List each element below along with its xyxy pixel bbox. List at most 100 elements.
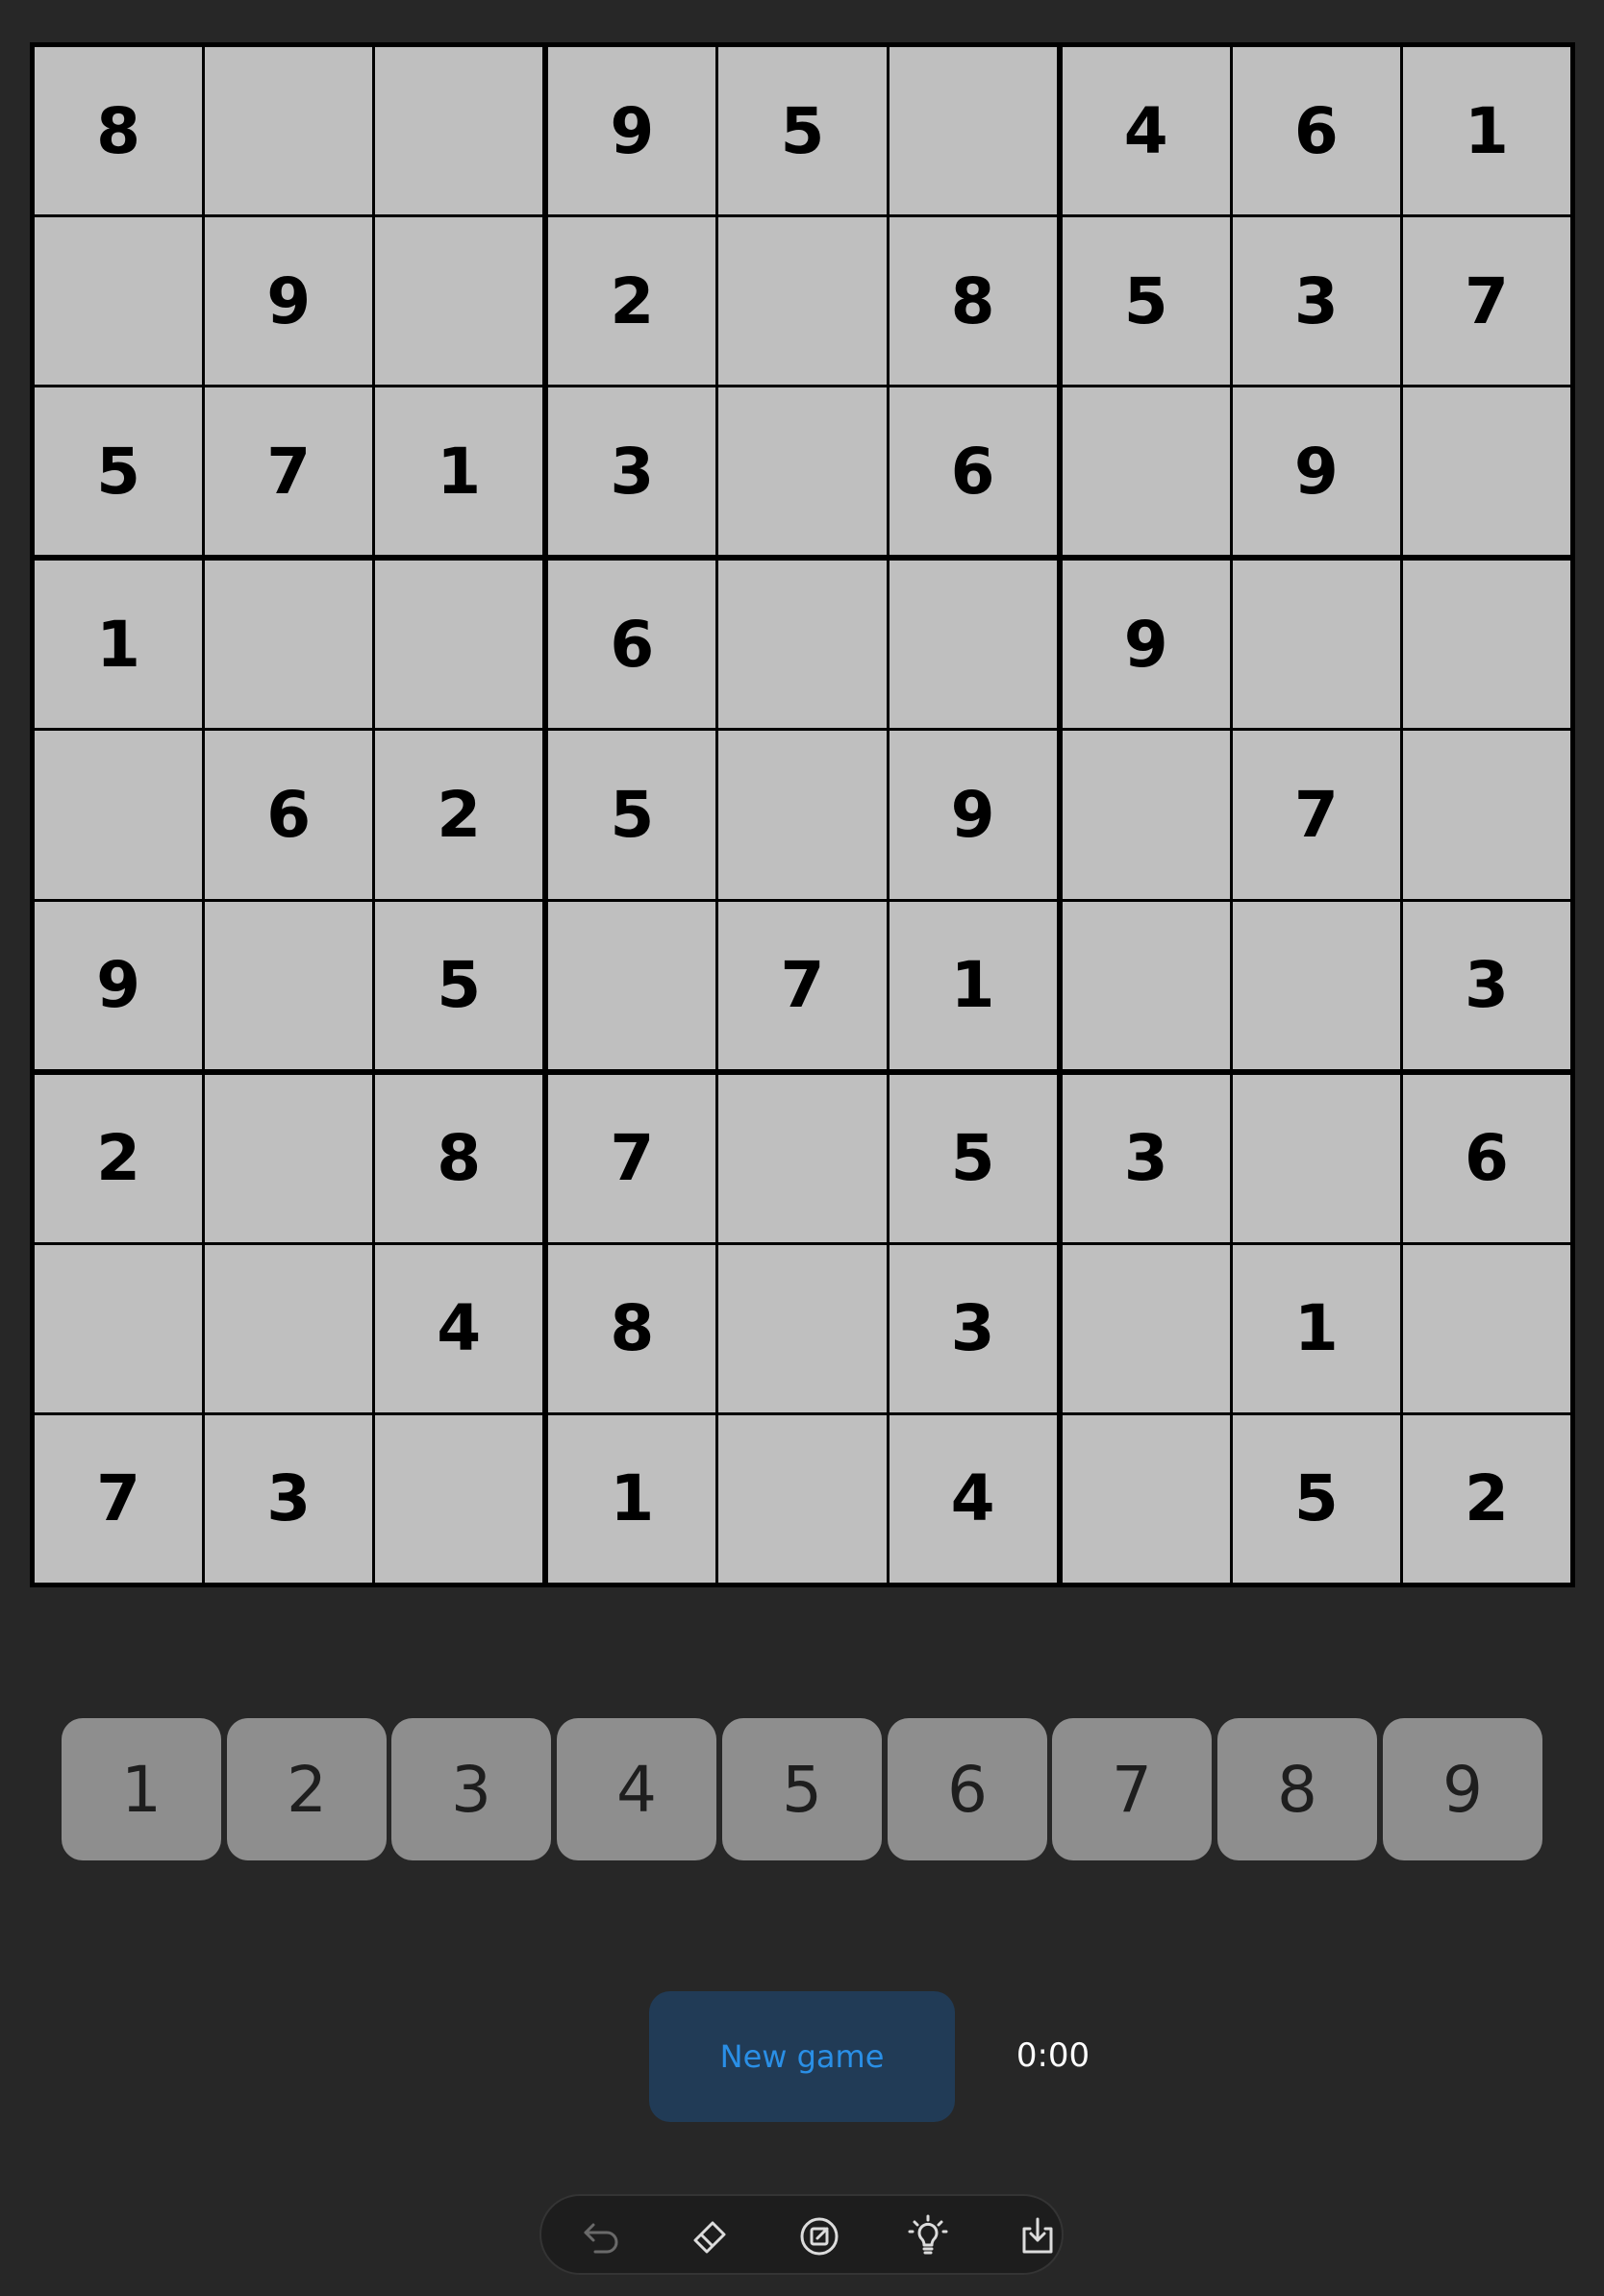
cell-r7-c9[interactable]: 6: [1402, 1074, 1570, 1242]
cell-r6-c1[interactable]: 9: [35, 901, 203, 1069]
cell-r5-c5[interactable]: [718, 731, 887, 899]
undo-icon: [584, 2223, 618, 2254]
cell-r4-c5[interactable]: [718, 561, 887, 729]
cell-r1-c5[interactable]: 5: [718, 47, 887, 215]
cell-r8-c8[interactable]: 1: [1232, 1244, 1400, 1412]
cell-r6-c7[interactable]: [1062, 901, 1230, 1069]
save-icon: [1022, 2217, 1053, 2254]
cell-r7-c4[interactable]: 7: [548, 1074, 716, 1242]
number-key-9[interactable]: 9: [1383, 1718, 1542, 1860]
cell-r7-c3[interactable]: 8: [375, 1074, 543, 1242]
cell-r6-c3[interactable]: 5: [375, 901, 543, 1069]
cell-r7-c6[interactable]: 5: [889, 1074, 1057, 1242]
cell-r4-c7[interactable]: 9: [1062, 561, 1230, 729]
cell-r6-c4[interactable]: [548, 901, 716, 1069]
notes-icon: [800, 2217, 839, 2256]
cell-r1-c4[interactable]: 9: [548, 47, 716, 215]
cell-r9-c1[interactable]: 7: [35, 1414, 203, 1583]
cell-r2-c5[interactable]: [718, 217, 887, 386]
cell-r9-c5[interactable]: [718, 1414, 887, 1583]
undo-button[interactable]: [570, 2206, 632, 2267]
cell-r3-c1[interactable]: 5: [35, 387, 203, 556]
cell-r7-c1[interactable]: 2: [35, 1074, 203, 1242]
number-key-1[interactable]: 1: [62, 1718, 221, 1860]
cell-r6-c5[interactable]: 7: [718, 901, 887, 1069]
cell-r9-c4[interactable]: 1: [548, 1414, 716, 1583]
cell-r7-c8[interactable]: [1232, 1074, 1400, 1242]
cell-r5-c6[interactable]: 9: [889, 731, 1057, 899]
cell-r1-c8[interactable]: 6: [1232, 47, 1400, 215]
cell-r4-c4[interactable]: 6: [548, 561, 716, 729]
cell-r6-c9[interactable]: 3: [1402, 901, 1570, 1069]
cell-r8-c1[interactable]: [35, 1244, 203, 1412]
cell-r9-c6[interactable]: 4: [889, 1414, 1057, 1583]
cell-r2-c8[interactable]: 3: [1232, 217, 1400, 386]
cell-r6-c8[interactable]: [1232, 901, 1400, 1069]
cell-r6-c2[interactable]: [205, 901, 373, 1069]
cell-r2-c1[interactable]: [35, 217, 203, 386]
number-key-3[interactable]: 3: [391, 1718, 551, 1860]
cell-r3-c2[interactable]: 7: [205, 387, 373, 556]
cell-r5-c1[interactable]: [35, 731, 203, 899]
cell-r1-c9[interactable]: 1: [1402, 47, 1570, 215]
cell-r5-c3[interactable]: 2: [375, 731, 543, 899]
cell-r8-c5[interactable]: [718, 1244, 887, 1412]
cell-r1-c2[interactable]: [205, 47, 373, 215]
number-key-7[interactable]: 7: [1052, 1718, 1212, 1860]
cell-r3-c5[interactable]: [718, 387, 887, 556]
cell-r4-c9[interactable]: [1402, 561, 1570, 729]
cell-r3-c4[interactable]: 3: [548, 387, 716, 556]
cell-r5-c7[interactable]: [1062, 731, 1230, 899]
save-button[interactable]: [1007, 2206, 1068, 2267]
cell-r9-c8[interactable]: 5: [1232, 1414, 1400, 1583]
cell-r8-c3[interactable]: 4: [375, 1244, 543, 1412]
cell-r5-c2[interactable]: 6: [205, 731, 373, 899]
cell-r6-c6[interactable]: 1: [889, 901, 1057, 1069]
cell-r9-c3[interactable]: [375, 1414, 543, 1583]
cell-r7-c2[interactable]: [205, 1074, 373, 1242]
cell-r7-c5[interactable]: [718, 1074, 887, 1242]
cell-r1-c6[interactable]: [889, 47, 1057, 215]
cell-r2-c2[interactable]: 9: [205, 217, 373, 386]
cell-r8-c2[interactable]: [205, 1244, 373, 1412]
cell-r7-c7[interactable]: 3: [1062, 1074, 1230, 1242]
cell-r3-c6[interactable]: 6: [889, 387, 1057, 556]
cell-r2-c4[interactable]: 2: [548, 217, 716, 386]
cell-r8-c6[interactable]: 3: [889, 1244, 1057, 1412]
cell-r4-c8[interactable]: [1232, 561, 1400, 729]
cell-r1-c7[interactable]: 4: [1062, 47, 1230, 215]
cell-r8-c7[interactable]: [1062, 1244, 1230, 1412]
hint-icon: [908, 2214, 948, 2255]
cell-r3-c3[interactable]: 1: [375, 387, 543, 556]
cell-r1-c3[interactable]: [375, 47, 543, 215]
cell-r5-c4[interactable]: 5: [548, 731, 716, 899]
cell-r9-c2[interactable]: 3: [205, 1414, 373, 1583]
cell-r2-c6[interactable]: 8: [889, 217, 1057, 386]
number-key-5[interactable]: 5: [722, 1718, 882, 1860]
cell-r8-c4[interactable]: 8: [548, 1244, 716, 1412]
cell-r4-c3[interactable]: [375, 561, 543, 729]
number-key-8[interactable]: 8: [1217, 1718, 1377, 1860]
notes-button[interactable]: [789, 2206, 850, 2267]
cell-r3-c7[interactable]: [1062, 387, 1230, 556]
cell-r5-c8[interactable]: 7: [1232, 731, 1400, 899]
cell-r4-c6[interactable]: [889, 561, 1057, 729]
new-game-button[interactable]: New game: [649, 1991, 955, 2122]
cell-r4-c2[interactable]: [205, 561, 373, 729]
number-key-2[interactable]: 2: [227, 1718, 387, 1860]
cell-r2-c9[interactable]: 7: [1402, 217, 1570, 386]
cell-r3-c9[interactable]: [1402, 387, 1570, 556]
number-key-6[interactable]: 6: [888, 1718, 1047, 1860]
cell-r1-c1[interactable]: 8: [35, 47, 203, 215]
cell-r9-c7[interactable]: [1062, 1414, 1230, 1583]
eraser-button[interactable]: [680, 2206, 741, 2267]
cell-r2-c3[interactable]: [375, 217, 543, 386]
number-key-4[interactable]: 4: [557, 1718, 716, 1860]
cell-r2-c7[interactable]: 5: [1062, 217, 1230, 386]
cell-r5-c9[interactable]: [1402, 731, 1570, 899]
cell-r8-c9[interactable]: [1402, 1244, 1570, 1412]
cell-r4-c1[interactable]: 1: [35, 561, 203, 729]
cell-r3-c8[interactable]: 9: [1232, 387, 1400, 556]
hint-button[interactable]: [897, 2206, 959, 2267]
cell-r9-c9[interactable]: 2: [1402, 1414, 1570, 1583]
